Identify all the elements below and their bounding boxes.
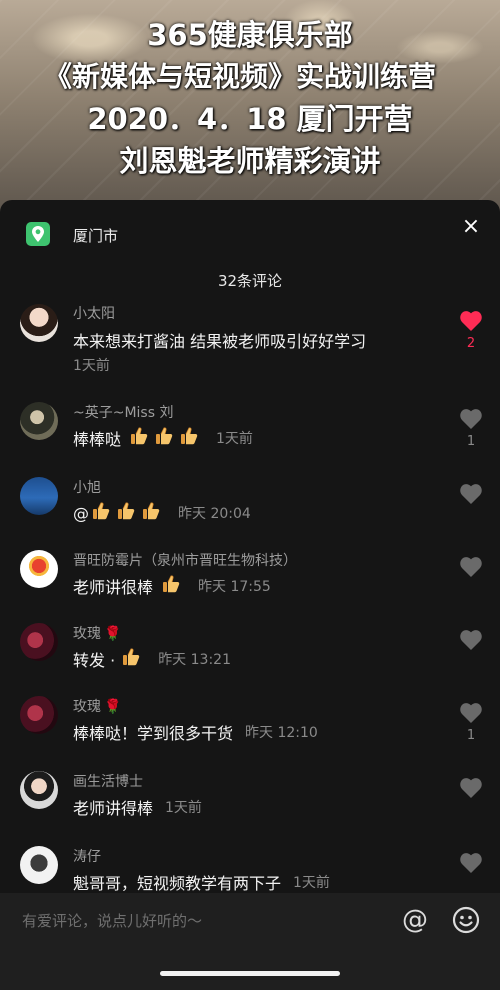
heart-icon	[460, 484, 482, 504]
like-button[interactable]	[459, 852, 483, 874]
thumbs-up-icon	[116, 501, 136, 521]
location-pin-icon	[26, 222, 50, 246]
comment-time: 昨天 13:21	[158, 652, 231, 668]
avatar[interactable]	[20, 550, 58, 588]
heart-icon	[460, 409, 482, 429]
comment-author[interactable]: 小旭	[73, 477, 101, 497]
comment-text-content: @	[73, 503, 89, 523]
avatar[interactable]	[20, 771, 58, 809]
avatar[interactable]	[20, 477, 58, 515]
thumbs-up-icon	[154, 426, 174, 446]
comment-author-text: 玫瑰	[73, 626, 101, 642]
like-button[interactable]	[459, 629, 483, 651]
heart-icon	[460, 853, 482, 873]
location-label: 厦门市	[73, 227, 119, 245]
like-button[interactable]: 1	[459, 702, 483, 743]
comment-time: 昨天 12:10	[245, 725, 318, 741]
home-indicator	[160, 971, 340, 976]
comment-text-content: 魁哥哥，短视频教学有两下子	[73, 874, 282, 893]
comment-input[interactable]	[22, 909, 362, 933]
avatar[interactable]	[20, 846, 58, 884]
video-title-line-3: 2020．4．18 厦门开营	[87, 102, 413, 136]
thumbs-up-icon	[141, 501, 161, 521]
thumbs-up-icon	[91, 501, 111, 521]
comment-count: 32条评论	[217, 272, 283, 290]
comment-author[interactable]: 晋旺防霉片（泉州市晋旺生物科技）	[73, 550, 297, 570]
comment-time: 1天前	[293, 875, 330, 891]
mention-button[interactable]: @	[400, 905, 430, 935]
thumbs-group	[121, 647, 146, 671]
comment-time: 昨天 17:55	[198, 579, 271, 595]
heart-icon	[460, 703, 482, 723]
comment-text-content: 棒棒哒	[73, 430, 122, 449]
comment-author[interactable]: 画生活博士	[73, 771, 143, 791]
location-bar[interactable]: 厦门市	[0, 200, 500, 268]
thumbs-up-icon	[161, 574, 181, 594]
comment-time: 1天前	[216, 431, 253, 447]
comment-time: 1天前	[73, 358, 110, 374]
like-button[interactable]	[459, 483, 483, 505]
comment-author-text: 玫瑰	[73, 699, 101, 715]
heart-icon	[460, 630, 482, 650]
video-title-line-1: 365健康俱乐部	[147, 18, 353, 52]
comment-author[interactable]: ~英子~Miss 刘	[73, 402, 173, 422]
comment-text-content: 本来想来打酱油 结果被老师吸引好好学习	[73, 332, 367, 351]
comment-sheet: 厦门市 × 32条评论 小太阳 本来想来打酱油 结果被老师吸引好好学习 1天前 …	[0, 200, 500, 990]
thumbs-up-icon	[121, 647, 141, 667]
like-count: 1	[466, 434, 476, 449]
heart-icon	[460, 557, 482, 577]
comment-text: 老师讲很棒 昨天 17:55	[73, 574, 271, 598]
heart-icon	[460, 778, 482, 798]
video-title-line-4: 刘恩魁老师精彩演讲	[119, 144, 381, 178]
comment-text: 棒棒哒 1天前	[73, 426, 253, 450]
avatar[interactable]	[20, 623, 58, 661]
comment-text-content: 转发 ·	[73, 651, 116, 670]
comment-input-bar: @	[0, 893, 500, 990]
video-title-line-2: 《新媒体与短视频》实战训练营	[43, 60, 436, 93]
emoji-icon[interactable]	[451, 905, 481, 935]
comment-text-content: 老师讲得棒	[73, 799, 154, 818]
comment-text: 棒棒哒！学到很多干货 昨天 12:10	[73, 720, 318, 744]
comment-text-content: 老师讲很棒	[73, 578, 154, 597]
like-button[interactable]	[459, 777, 483, 799]
comment-author[interactable]: 玫瑰 🌹	[73, 623, 121, 643]
comment-text: 转发 · 昨天 13:21	[73, 647, 231, 671]
comment-text: 老师讲得棒 1天前	[73, 795, 202, 819]
close-icon[interactable]: ×	[458, 214, 484, 240]
comment-text: @ 昨天 20:04	[73, 501, 251, 525]
thumbs-up-icon	[129, 426, 149, 446]
avatar[interactable]	[20, 304, 58, 342]
avatar[interactable]	[20, 696, 58, 734]
comment-time: 昨天 20:04	[178, 506, 251, 522]
like-button[interactable]	[459, 556, 483, 578]
like-button[interactable]: 1	[459, 408, 483, 449]
rose-icon: 🌹	[104, 699, 122, 715]
comment-text-content: 棒棒哒！学到很多干货	[73, 724, 234, 743]
comment-author[interactable]: 涛仔	[73, 846, 101, 866]
avatar[interactable]	[20, 402, 58, 440]
comment-text: 魁哥哥，短视频教学有两下子 1天前	[73, 870, 330, 894]
like-count: 1	[466, 728, 476, 743]
comment-text: 本来想来打酱油 结果被老师吸引好好学习	[73, 328, 366, 352]
comment-time: 1天前	[165, 800, 202, 816]
like-count: 2	[466, 336, 476, 351]
rose-icon: 🌹	[104, 626, 122, 642]
comment-author[interactable]: 小太阳	[73, 303, 115, 323]
heart-icon	[460, 311, 482, 331]
like-button[interactable]: 2	[459, 310, 483, 351]
comment-author[interactable]: 玫瑰 🌹	[73, 696, 121, 716]
video-title-overlay: 365健康俱乐部 《新媒体与短视频》实战训练营 2020．4．18 厦门开营 刘…	[0, 14, 500, 182]
thumbs-group	[129, 426, 204, 450]
thumbs-group	[91, 501, 166, 525]
thumbs-group	[161, 574, 186, 598]
thumbs-up-icon	[179, 426, 199, 446]
